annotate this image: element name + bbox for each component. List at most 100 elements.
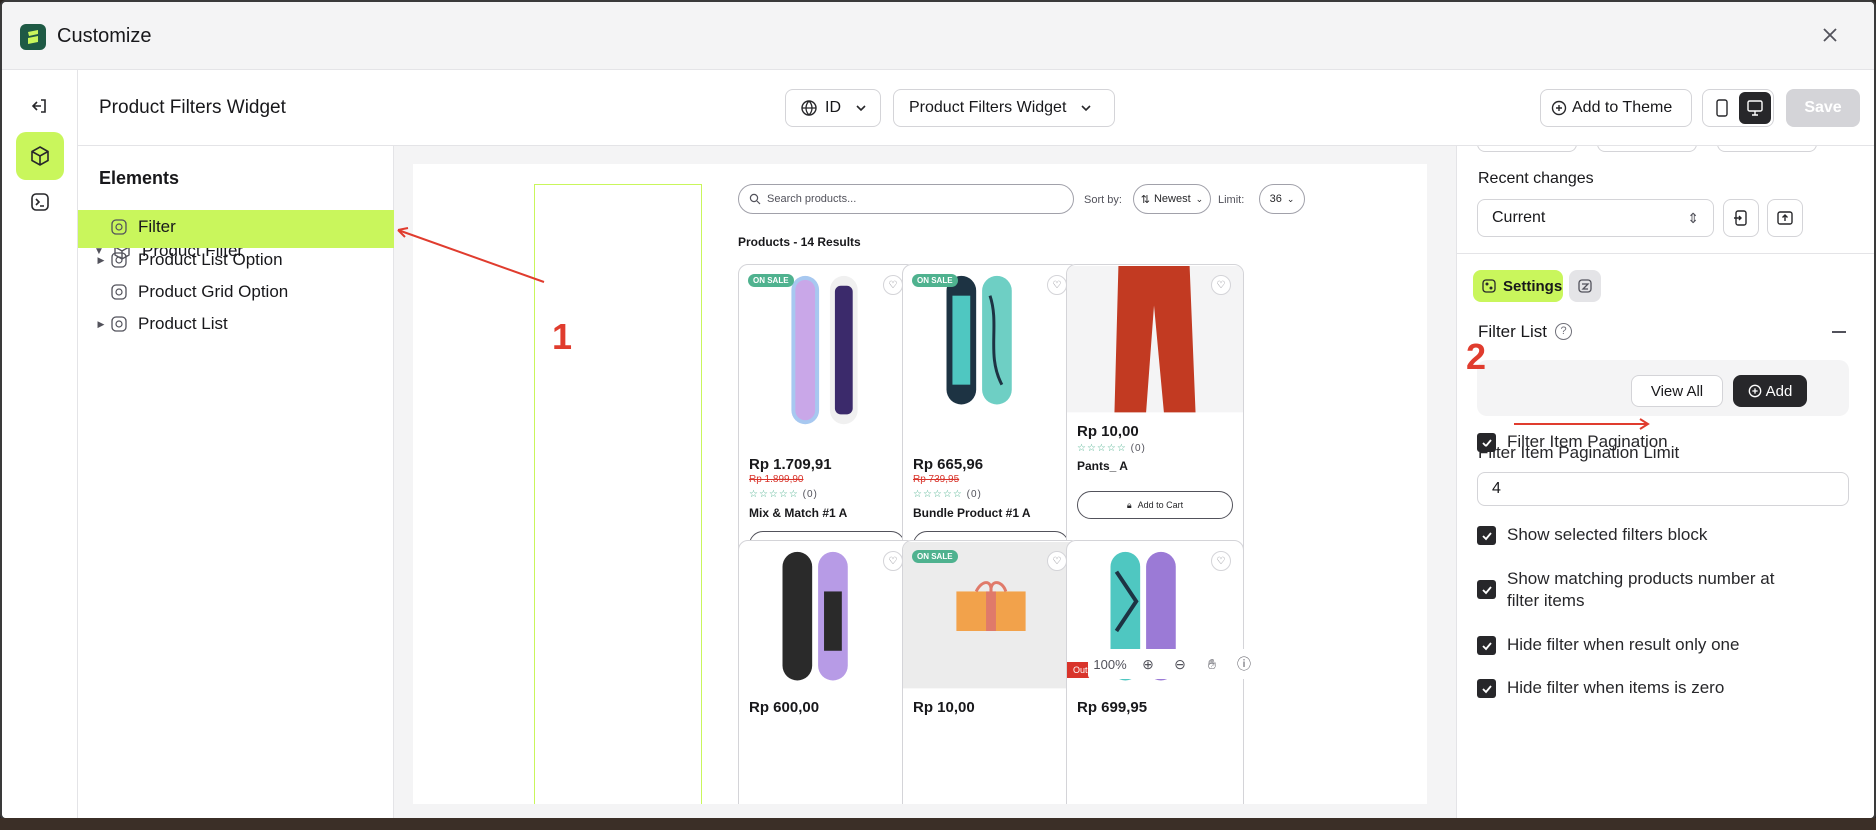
elements-title: Elements: [99, 168, 180, 188]
pagination-limit-label: Filter Item Pagination Limit: [1478, 443, 1680, 462]
rating-stars: ☆☆☆☆☆ (0): [913, 489, 982, 500]
review-count: (0): [966, 489, 982, 500]
mobile-icon[interactable]: [1706, 92, 1738, 124]
sort-icon: ⇅: [1140, 193, 1150, 206]
sort-label: Sort by:: [1084, 194, 1122, 206]
tree-item-product-grid-option[interactable]: Product Grid Option: [78, 276, 394, 308]
heart-icon[interactable]: ♡: [883, 275, 903, 295]
import-icon[interactable]: [1723, 199, 1759, 237]
product-name: Mix & Match #1 A: [749, 506, 848, 520]
title-bar: Customize: [2, 2, 1874, 70]
widget-icon: [111, 252, 127, 268]
check-icon[interactable]: [1477, 580, 1496, 599]
zoom-in-icon[interactable]: ⊕: [1132, 649, 1164, 679]
product-name: Bundle Product #1 A: [913, 506, 1031, 520]
zoom-out-icon[interactable]: ⊖: [1164, 649, 1196, 679]
close-icon[interactable]: [1815, 20, 1845, 50]
device-toggle: [1702, 89, 1774, 127]
settings-icon: [1482, 279, 1496, 293]
heart-icon[interactable]: ♡: [1211, 275, 1231, 295]
globe-icon: [801, 100, 817, 116]
results-count: Products - 14 Results: [738, 235, 861, 249]
product-name: Pants_ A: [1077, 459, 1128, 473]
settings-tab[interactable]: Settings: [1473, 270, 1563, 302]
sort-value: Newest: [1153, 193, 1191, 205]
product-price: Rp 10,00: [1077, 423, 1139, 440]
product-price: Rp 699,95: [1077, 699, 1148, 716]
recent-changes-select[interactable]: Current ⇕: [1477, 199, 1714, 237]
header-bar: Product Filters Widget ID Product Filter…: [78, 70, 1874, 146]
add-to-cart-button[interactable]: 🔒︎ Add to Cart: [1077, 491, 1233, 519]
zoom-toolbar: 100% ⊕ ⊖ ✋︎ ⓘ: [1088, 649, 1260, 679]
caret-right-icon[interactable]: ▶: [94, 319, 108, 330]
customize-window: Customize Product Filters Widget ID Prod…: [0, 0, 1876, 820]
desktop-icon[interactable]: [1739, 92, 1771, 124]
product-card[interactable]: ♡ Rp 600,00: [738, 540, 916, 804]
heart-icon[interactable]: ♡: [1211, 551, 1231, 571]
product-card[interactable]: ON SALE ♡ Rp 665,96 Rp 739,95 ☆☆☆☆☆ (0) …: [902, 264, 1080, 574]
help-icon[interactable]: ?: [1555, 323, 1572, 340]
widget-icon: [111, 316, 127, 332]
exit-icon[interactable]: [16, 82, 64, 130]
product-price: Rp 1.709,91: [749, 456, 832, 473]
code-tab[interactable]: [1569, 270, 1601, 302]
sale-badge: ON SALE: [748, 274, 794, 287]
export-icon[interactable]: [1767, 199, 1803, 237]
add-to-cart-label: Add to Cart: [1137, 500, 1184, 510]
filter-widget-outline[interactable]: [534, 184, 702, 804]
search-input[interactable]: Search products...: [738, 184, 1074, 214]
checkbox-label: Hide filter when result only one: [1507, 635, 1740, 654]
hand-icon[interactable]: ✋︎: [1196, 649, 1228, 679]
sale-badge: ON SALE: [912, 274, 958, 287]
recent-changes-label: Recent changes: [1478, 170, 1594, 187]
widget-select[interactable]: Product Filters Widget: [893, 89, 1115, 127]
view-all-button[interactable]: View All: [1631, 375, 1723, 407]
check-icon[interactable]: [1477, 636, 1496, 655]
show-selected-filters-checkbox[interactable]: Show selected filters block: [1477, 524, 1707, 546]
annotation-arrow-1: [397, 227, 545, 283]
product-old-price: Rp 1.899,90: [749, 474, 804, 485]
collapse-icon[interactable]: [1832, 331, 1846, 333]
heart-icon[interactable]: ♡: [883, 551, 903, 571]
hide-filter-zero-checkbox[interactable]: Hide filter when items is zero: [1477, 677, 1724, 699]
help-icon[interactable]: ⓘ: [1228, 649, 1260, 679]
search-icon: [749, 193, 761, 205]
limit-select[interactable]: 36 ⌄: [1259, 184, 1305, 214]
tree-item-label: Filter: [138, 217, 176, 236]
recent-changes-value: Current: [1492, 209, 1546, 226]
product-card[interactable]: ON SALE ♡ Rp 1.709,91 Rp 1.899,90 ☆☆☆☆☆ …: [738, 264, 916, 574]
product-card[interactable]: ON SALE ♡ Rp 10,00: [902, 540, 1080, 804]
tree-item-filter-selected[interactable]: Filter: [78, 210, 394, 244]
check-icon[interactable]: [1477, 526, 1496, 545]
chevron-down-icon: [1081, 105, 1091, 112]
tree-item-product-list-option[interactable]: ▶ Product List Option: [78, 244, 394, 276]
product-old-price: Rp 739,95: [913, 474, 960, 485]
chevron-down-icon: [856, 105, 866, 112]
tree-item-label: Product Grid Option: [138, 282, 289, 301]
language-select[interactable]: ID: [785, 89, 881, 127]
code-icon: [1578, 279, 1592, 293]
add-button[interactable]: Add: [1733, 375, 1807, 407]
hide-filter-one-checkbox[interactable]: Hide filter when result only one: [1477, 634, 1739, 656]
language-value: ID: [825, 99, 841, 116]
widget-select-value: Product Filters Widget: [909, 99, 1067, 116]
tree-item-product-list[interactable]: ▶ Product List: [78, 308, 394, 340]
add-to-theme-button[interactable]: Add to Theme: [1540, 89, 1692, 127]
app-logo-icon: [20, 24, 46, 50]
annotation-number-2: 2: [1466, 336, 1487, 377]
product-price: Rp 600,00: [749, 699, 820, 716]
tree-item-label: Product List: [138, 314, 228, 333]
check-icon[interactable]: [1477, 679, 1496, 698]
limit-value: 36: [1269, 193, 1282, 205]
elements-tab-cube-icon[interactable]: [16, 132, 64, 180]
sort-select[interactable]: ⇅ Newest ⌄: [1133, 184, 1211, 214]
save-button[interactable]: Save: [1786, 89, 1860, 127]
product-card[interactable]: ♡ Rp 10,00 ☆☆☆☆☆ (0) Pants_ A 🔒︎ Add to …: [1066, 264, 1244, 574]
caret-right-icon[interactable]: ▶: [94, 255, 108, 266]
settings-panel: Recent changes Current ⇕ Settings Filter…: [1456, 146, 1874, 818]
terminal-icon[interactable]: [16, 178, 64, 226]
heart-icon[interactable]: ♡: [1047, 551, 1067, 571]
heart-icon[interactable]: ♡: [1047, 275, 1067, 295]
show-matching-products-checkbox[interactable]: Show matching products number at filter …: [1477, 568, 1774, 612]
pagination-limit-input[interactable]: [1477, 472, 1849, 506]
